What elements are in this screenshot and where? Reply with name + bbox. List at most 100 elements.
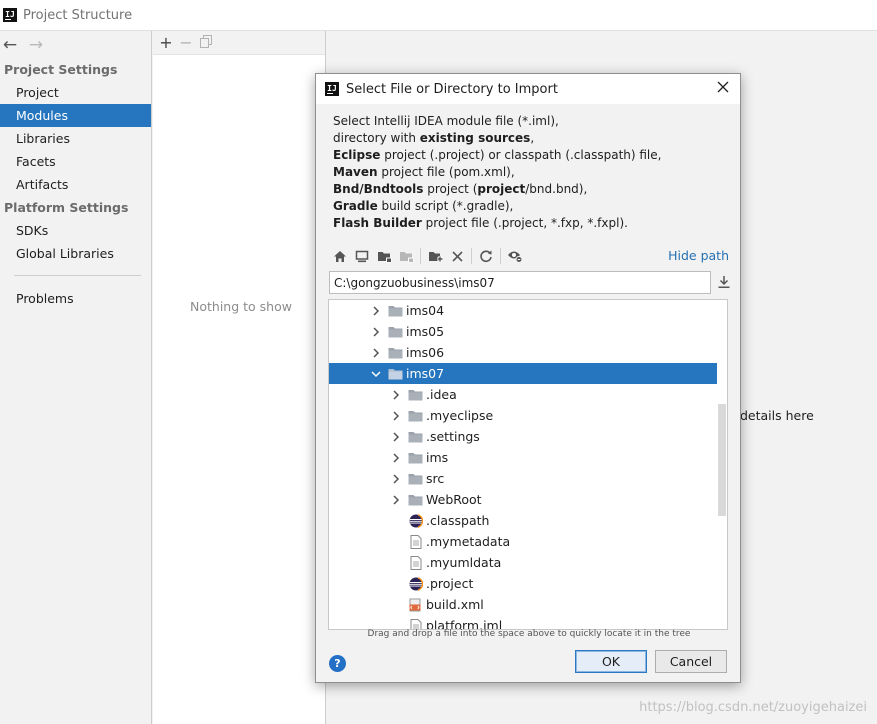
path-row xyxy=(329,271,731,294)
sidebar-item-sdks[interactable]: SDKs xyxy=(0,219,151,242)
description-text: existing sources xyxy=(419,131,531,145)
description-text: project file (pom.xml), xyxy=(377,165,515,179)
sidebar-item-modules[interactable]: Modules xyxy=(0,104,151,127)
chevron-right-icon[interactable] xyxy=(391,389,401,400)
tree-row-label: ims07 xyxy=(406,366,445,381)
tree-row-label: ims04 xyxy=(406,303,445,318)
download-icon[interactable] xyxy=(717,274,731,290)
remove-icon[interactable]: − xyxy=(179,31,193,55)
description-text: Flash Builder xyxy=(333,216,422,230)
hide-path-link[interactable]: Hide path xyxy=(668,248,729,263)
tree-row[interactable]: WebRoot xyxy=(329,489,717,510)
forward-arrow-icon[interactable]: → xyxy=(28,35,44,55)
tree-row-label: .myumldata xyxy=(426,555,502,570)
sidebar-item-facets[interactable]: Facets xyxy=(0,150,151,173)
cancel-button[interactable]: Cancel xyxy=(655,650,727,673)
toolbar-separator xyxy=(500,248,501,264)
nav-arrows: ← → xyxy=(0,31,151,58)
chevron-right-icon[interactable] xyxy=(371,347,381,358)
toolbar-separator xyxy=(471,248,472,264)
chevron-right-icon[interactable] xyxy=(391,410,401,421)
delete-icon[interactable] xyxy=(446,245,468,267)
modules-list-panel: + − Nothing to show xyxy=(153,31,326,724)
chevron-right-icon[interactable] xyxy=(371,326,381,337)
ok-button[interactable]: OK xyxy=(575,650,647,673)
tree-row[interactable]: ims xyxy=(329,447,717,468)
tree-scrollbar[interactable] xyxy=(718,404,726,516)
tree-row[interactable]: .myumldata xyxy=(329,552,717,573)
tree-row[interactable]: build.xml xyxy=(329,594,717,615)
description-line: Flash Builder project file (.project, *.… xyxy=(333,215,740,232)
description-line: Bnd/Bndtools project (project/bnd.bnd), xyxy=(333,181,740,198)
tree-row[interactable]: .myeclipse xyxy=(329,405,717,426)
description-text: Eclipse xyxy=(333,148,381,162)
tree-row-label: .classpath xyxy=(426,513,490,528)
show-hidden-icon[interactable] xyxy=(504,245,526,267)
chevron-right-icon[interactable] xyxy=(371,305,381,316)
file-chooser-toolbar: Hide path xyxy=(329,244,729,268)
sidebar: ← → Project Settings Project Modules Librar… xyxy=(0,31,152,724)
description-text: build script (*.gradle), xyxy=(377,199,514,213)
project-folder-icon[interactable] xyxy=(373,245,395,267)
refresh-icon[interactable] xyxy=(475,245,497,267)
description-text: directory with xyxy=(333,131,420,145)
folder-icon xyxy=(388,346,403,359)
chevron-right-icon[interactable] xyxy=(391,431,401,442)
folder-icon xyxy=(408,493,423,506)
tree-row[interactable]: .classpath xyxy=(329,510,717,531)
home-icon[interactable] xyxy=(329,245,351,267)
tree-row[interactable]: ims07 xyxy=(329,363,717,384)
sidebar-item-artifacts[interactable]: Artifacts xyxy=(0,173,151,196)
tree-row[interactable]: .idea xyxy=(329,384,717,405)
tree-row[interactable]: .mymetadata xyxy=(329,531,717,552)
add-icon[interactable]: + xyxy=(159,31,173,55)
tree-row-label: ims05 xyxy=(406,324,445,339)
chevron-right-icon[interactable] xyxy=(391,452,401,463)
sidebar-item-project[interactable]: Project xyxy=(0,81,151,104)
tree-row[interactable]: src xyxy=(329,468,717,489)
tree-row[interactable]: .settings xyxy=(329,426,717,447)
folder-icon xyxy=(408,472,423,485)
chevron-right-icon[interactable] xyxy=(391,494,401,505)
chevron-down-icon[interactable] xyxy=(371,369,381,379)
description-text: Select Intellij IDEA module file (*.iml)… xyxy=(333,114,559,128)
file-tree[interactable]: ims04 ims05 ims06 ims07 .idea .myeclipse .sett… xyxy=(328,299,728,630)
tree-row[interactable]: .project xyxy=(329,573,717,594)
sidebar-item-problems[interactable]: Problems xyxy=(0,287,151,310)
sidebar-section-heading: Project Settings xyxy=(4,62,118,77)
dialog-title: Select File or Directory to Import xyxy=(346,81,558,97)
tree-row-label: WebRoot xyxy=(426,492,482,507)
description-text: Bnd/Bndtools xyxy=(333,182,424,196)
sidebar-item-libraries[interactable]: Libraries xyxy=(0,127,151,150)
file-icon xyxy=(408,534,423,549)
description-text: , xyxy=(530,131,535,145)
help-icon[interactable]: ? xyxy=(329,655,346,672)
path-input[interactable] xyxy=(329,271,711,294)
drag-drop-hint: Drag and drop a file into the space abov… xyxy=(367,629,691,639)
xml-file-icon xyxy=(408,598,423,611)
tree-row-label: ims xyxy=(426,450,449,465)
desktop-icon[interactable] xyxy=(351,245,373,267)
description-text: Maven xyxy=(333,165,378,179)
back-arrow-icon[interactable]: ← xyxy=(2,35,18,55)
new-folder-icon[interactable] xyxy=(424,245,446,267)
description-text: /bnd.bnd), xyxy=(525,182,588,196)
description-text: project file (.project, *.fxp, *.fxpl). xyxy=(421,216,628,230)
intellij-logo-icon: IJ xyxy=(3,8,17,22)
chevron-right-icon[interactable] xyxy=(391,473,401,484)
tree-row[interactable]: platform.iml xyxy=(329,615,717,629)
description-text: project ( xyxy=(423,182,478,196)
tree-row-label: .project xyxy=(426,576,474,591)
folder-icon xyxy=(408,409,423,422)
tree-row[interactable]: ims06 xyxy=(329,342,717,363)
close-icon[interactable] xyxy=(714,79,732,97)
tree-row[interactable]: ims04 xyxy=(329,300,717,321)
eclipse-file-icon xyxy=(408,513,423,528)
module-folder-icon[interactable] xyxy=(395,245,417,267)
copy-icon[interactable] xyxy=(199,31,213,55)
dialog-titlebar: IJ Select File or Directory to Import xyxy=(316,74,740,104)
tree-row-label: .myeclipse xyxy=(426,408,494,423)
sidebar-item-global-libraries[interactable]: Global Libraries xyxy=(0,242,151,265)
details-placeholder-text: details here xyxy=(740,408,814,423)
tree-row[interactable]: ims05 xyxy=(329,321,717,342)
